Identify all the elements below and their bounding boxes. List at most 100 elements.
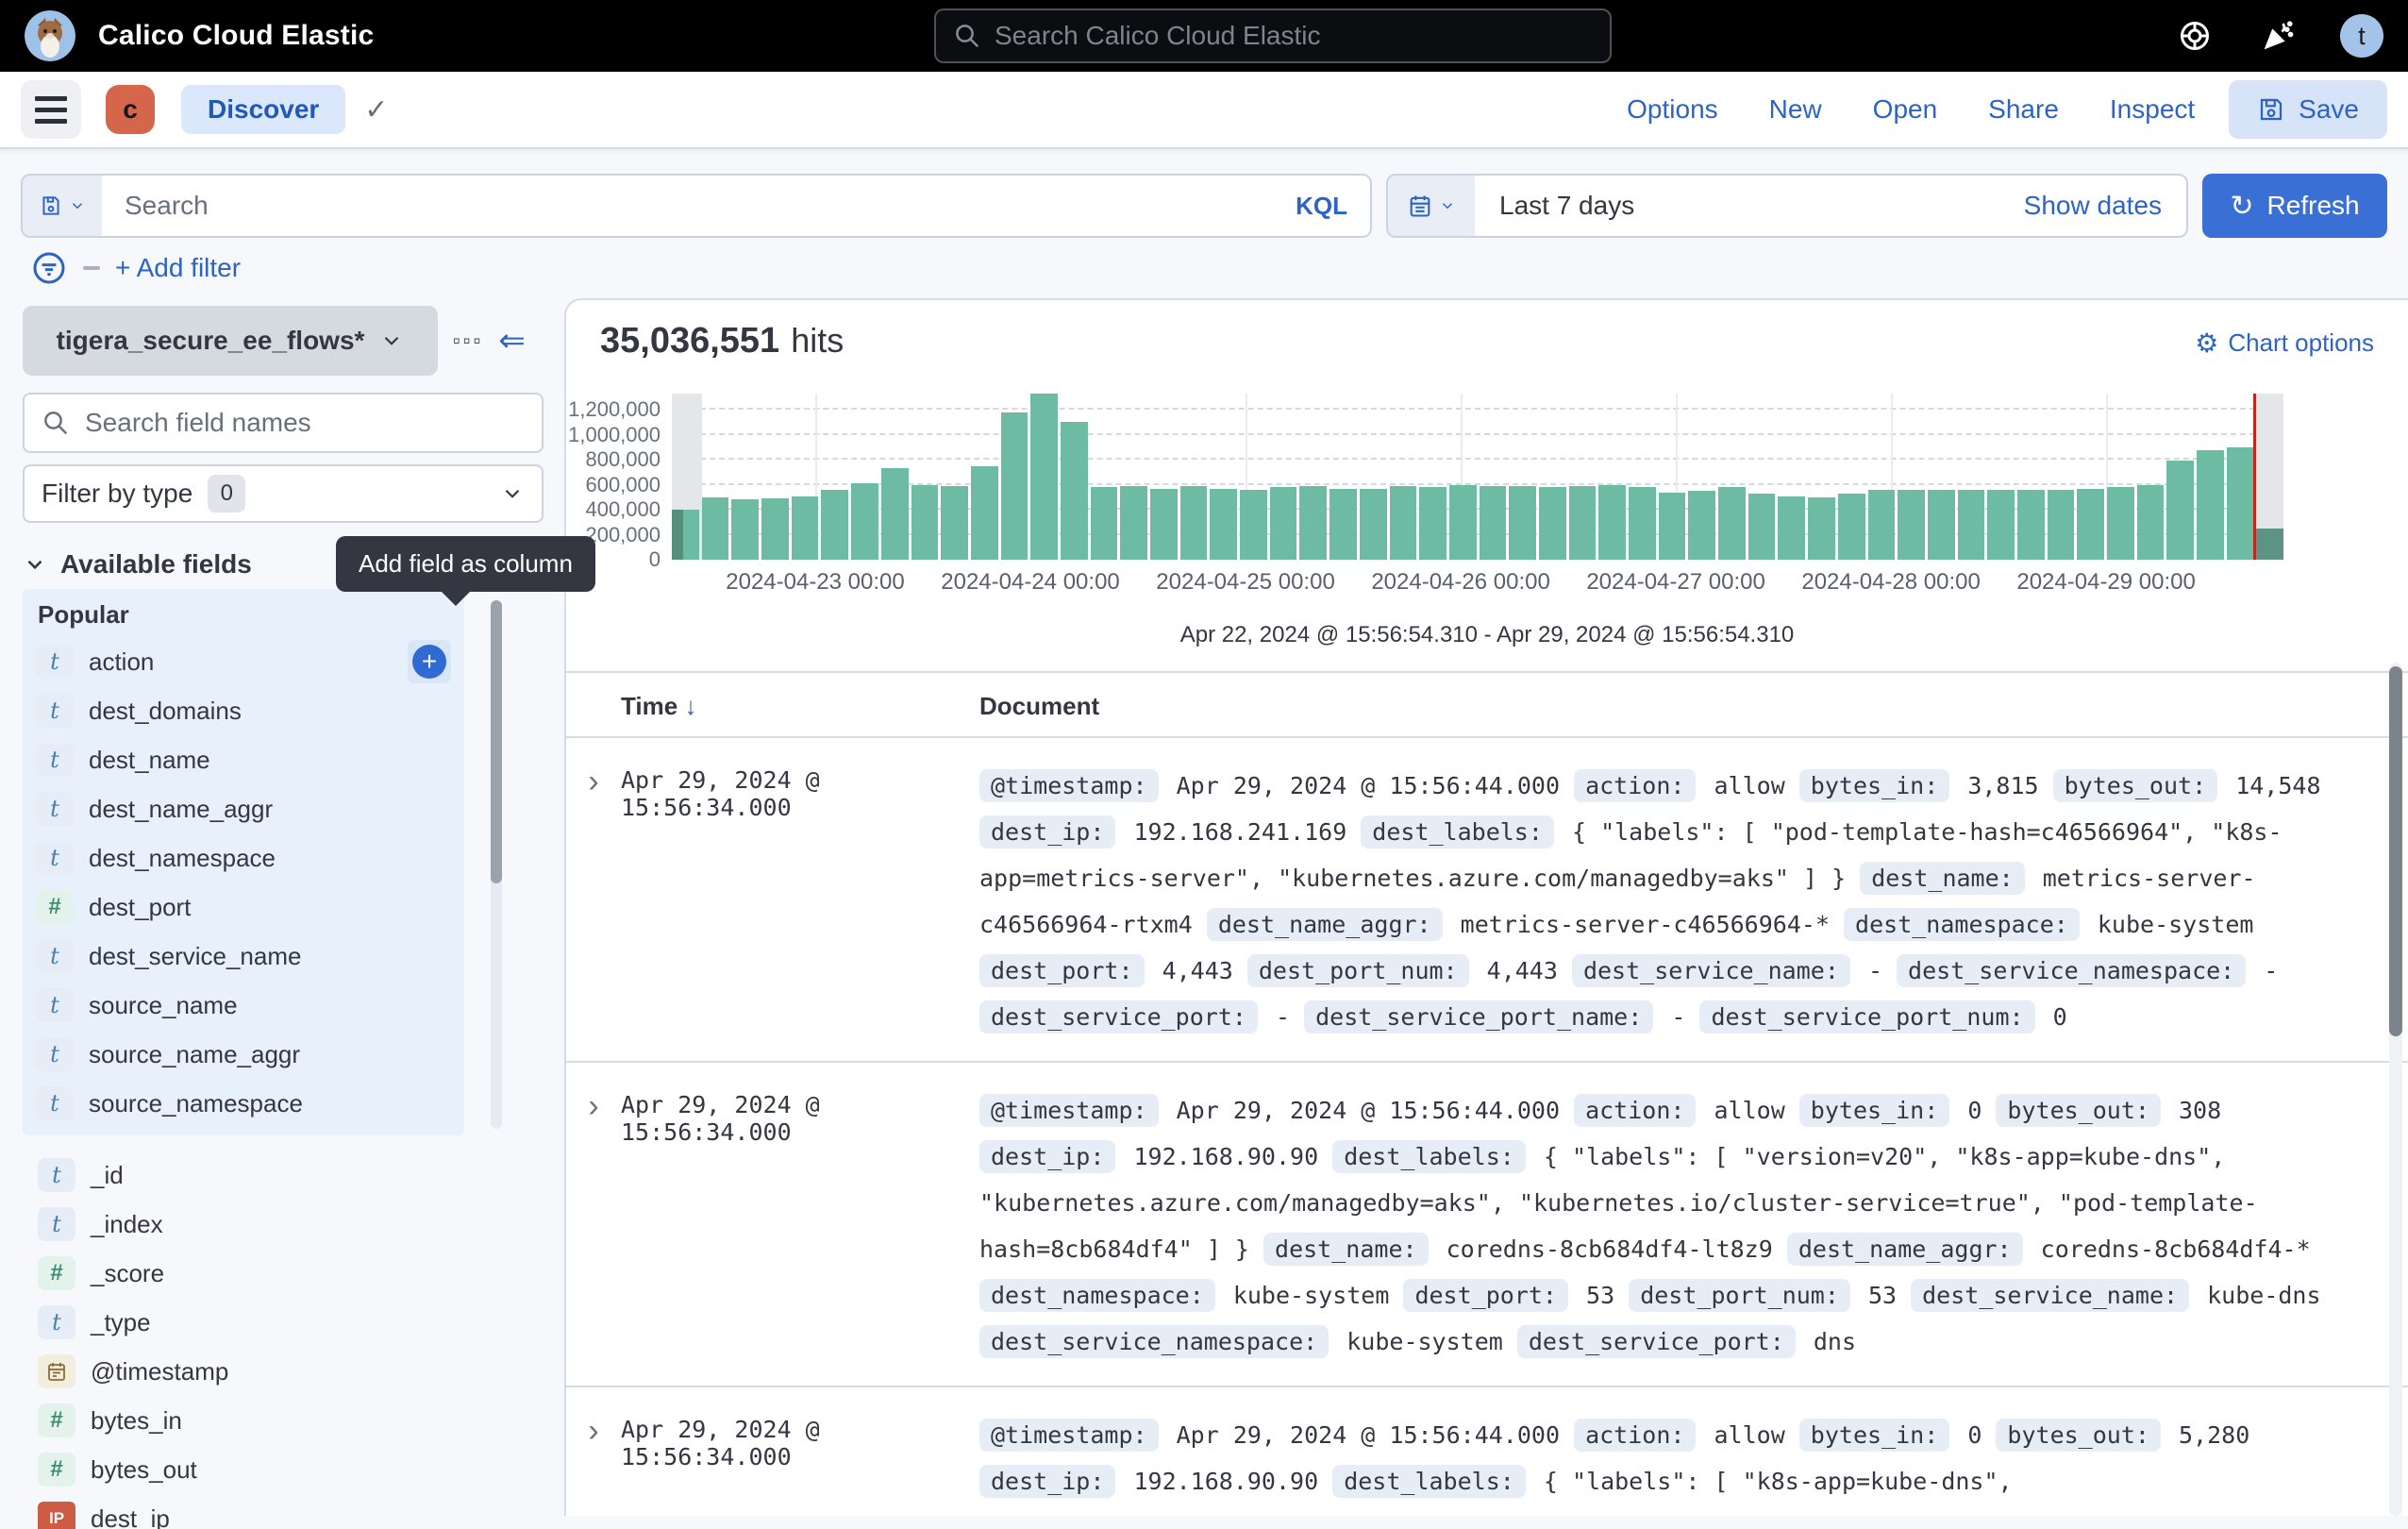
field-item-@timestamp[interactable]: @timestamp xyxy=(23,1347,543,1396)
field-item-dest_namespace[interactable]: tdest_namespace xyxy=(23,833,464,882)
breadcrumb-discover[interactable]: Discover xyxy=(181,85,345,134)
date-picker[interactable]: Last 7 days Show dates xyxy=(1386,174,2188,238)
field-item-bytes_in[interactable]: #bytes_in xyxy=(23,1396,543,1445)
nav-link-open[interactable]: Open xyxy=(1873,94,1938,125)
field-search[interactable] xyxy=(23,393,543,453)
table-scrollbar[interactable] xyxy=(2389,663,2402,1516)
histogram-bar[interactable] xyxy=(1210,489,1237,560)
nav-link-new[interactable]: New xyxy=(1769,94,1822,125)
histogram-bar[interactable] xyxy=(2137,485,2165,560)
chart-options-button[interactable]: ⚙ Chart options xyxy=(2195,328,2374,359)
field-item-dest_domains[interactable]: tdest_domains xyxy=(23,686,464,735)
histogram-bar[interactable] xyxy=(1120,486,1147,560)
histogram-bar[interactable] xyxy=(2048,490,2075,560)
histogram-bar[interactable] xyxy=(1659,493,1686,560)
histogram-bar[interactable] xyxy=(1898,490,1925,560)
histogram-bar[interactable] xyxy=(2166,461,2194,560)
histogram-bar[interactable] xyxy=(2077,489,2104,560)
histogram-bar[interactable] xyxy=(1718,487,1746,560)
user-avatar[interactable]: t xyxy=(2340,14,2383,58)
field-settings-icon[interactable]: ▫▫▫ xyxy=(453,328,483,353)
nav-link-options[interactable]: Options xyxy=(1627,94,1718,125)
histogram-bar[interactable] xyxy=(1509,486,1536,560)
field-item-dest_name_aggr[interactable]: tdest_name_aggr xyxy=(23,784,464,833)
field-item-bytes_out[interactable]: #bytes_out xyxy=(23,1445,543,1494)
field-item-source_namespace[interactable]: tsource_namespace xyxy=(23,1079,464,1128)
histogram-bar[interactable] xyxy=(1629,487,1656,560)
histogram-bar[interactable] xyxy=(1240,490,1267,560)
histogram-bar[interactable] xyxy=(672,510,699,560)
histogram-bar[interactable] xyxy=(1958,490,1985,560)
histogram-bar[interactable] xyxy=(821,490,848,560)
histogram-bar[interactable] xyxy=(2017,490,2045,560)
histogram-bar[interactable] xyxy=(1928,490,1955,560)
histogram-bar[interactable] xyxy=(1030,394,1058,560)
saved-query-menu-button[interactable] xyxy=(23,176,102,236)
histogram-bar[interactable] xyxy=(941,486,968,560)
histogram-bar[interactable] xyxy=(1449,485,1477,560)
histogram-bar[interactable] xyxy=(1778,496,1805,560)
histogram-bar[interactable] xyxy=(1061,422,1088,560)
filter-by-type-dropdown[interactable]: Filter by type 0 xyxy=(23,464,543,523)
nav-link-share[interactable]: Share xyxy=(1988,94,2059,125)
histogram-bar[interactable] xyxy=(1808,497,1835,560)
histogram-bar[interactable] xyxy=(731,499,759,560)
field-search-input[interactable] xyxy=(85,408,525,438)
whats-new-icon[interactable] xyxy=(2257,15,2299,57)
field-item-dest_name[interactable]: tdest_name xyxy=(23,735,464,784)
menu-toggle-icon[interactable] xyxy=(21,80,81,139)
field-item-_score[interactable]: #_score xyxy=(23,1249,543,1298)
histogram-bar[interactable] xyxy=(1270,487,1297,560)
expand-document-icon[interactable]: › xyxy=(566,1087,621,1365)
histogram-bar[interactable] xyxy=(1091,487,1118,560)
field-item-_id[interactable]: t_id xyxy=(23,1151,543,1200)
histogram-bar[interactable] xyxy=(702,497,729,560)
histogram-bar[interactable] xyxy=(2227,447,2254,560)
histogram-bar[interactable] xyxy=(1598,485,1626,560)
field-item-action[interactable]: taction+ xyxy=(23,637,464,686)
field-item-_index[interactable]: t_index xyxy=(23,1200,543,1249)
date-quick-menu-button[interactable] xyxy=(1388,176,1475,236)
histogram-bar[interactable] xyxy=(851,483,878,560)
histogram-bar[interactable] xyxy=(1180,486,1208,560)
query-bar[interactable]: KQL xyxy=(21,174,1372,238)
histogram-bar[interactable] xyxy=(1299,486,1327,560)
histogram-bar[interactable] xyxy=(1688,491,1715,560)
add-field-button[interactable]: + xyxy=(408,640,451,683)
filter-menu-icon[interactable] xyxy=(30,249,68,287)
histogram-bar[interactable] xyxy=(1868,490,1896,560)
histogram-bar[interactable] xyxy=(792,496,819,560)
histogram-bar[interactable] xyxy=(1390,486,1417,560)
histogram-bar[interactable] xyxy=(1419,487,1446,560)
query-language-button[interactable]: KQL xyxy=(1273,192,1370,221)
nav-link-inspect[interactable]: Inspect xyxy=(2110,94,2195,125)
histogram-bar[interactable] xyxy=(1360,489,1387,560)
histogram-bar[interactable] xyxy=(1001,412,1028,560)
add-filter-button[interactable]: + Add filter xyxy=(115,253,241,283)
histogram-bar[interactable] xyxy=(2107,487,2134,560)
histogram-bar[interactable] xyxy=(1539,487,1566,560)
save-button[interactable]: Save xyxy=(2229,80,2387,139)
expand-document-icon[interactable]: › xyxy=(566,763,621,1040)
refresh-button[interactable]: ↻ Refresh xyxy=(2202,174,2387,238)
time-range-value[interactable]: Last 7 days xyxy=(1475,191,1634,221)
fields-scrollbar[interactable] xyxy=(491,600,502,1129)
field-item-dest_port[interactable]: #dest_port xyxy=(23,882,464,932)
show-dates-button[interactable]: Show dates xyxy=(2024,191,2186,221)
help-icon[interactable] xyxy=(2174,15,2216,57)
histogram-bar[interactable] xyxy=(911,485,939,560)
collapse-sidebar-icon[interactable]: ⇐ xyxy=(498,325,526,357)
histogram-bar[interactable] xyxy=(1569,486,1597,560)
histogram-bar[interactable] xyxy=(761,498,789,560)
expand-document-icon[interactable]: › xyxy=(566,1412,621,1516)
field-item-_type[interactable]: t_type xyxy=(23,1298,543,1347)
histogram-bar[interactable] xyxy=(1987,490,2015,560)
index-pattern-switcher[interactable]: tigera_secure_ee_flows* xyxy=(23,306,438,376)
histogram-bar[interactable] xyxy=(1150,489,1178,560)
histogram-bar[interactable] xyxy=(1838,494,1865,560)
histogram-bar[interactable] xyxy=(881,468,909,560)
global-search[interactable] xyxy=(934,8,1612,63)
field-item-source_name[interactable]: tsource_name xyxy=(23,981,464,1030)
histogram-bar[interactable] xyxy=(2256,529,2283,560)
space-badge[interactable]: c xyxy=(106,85,155,134)
